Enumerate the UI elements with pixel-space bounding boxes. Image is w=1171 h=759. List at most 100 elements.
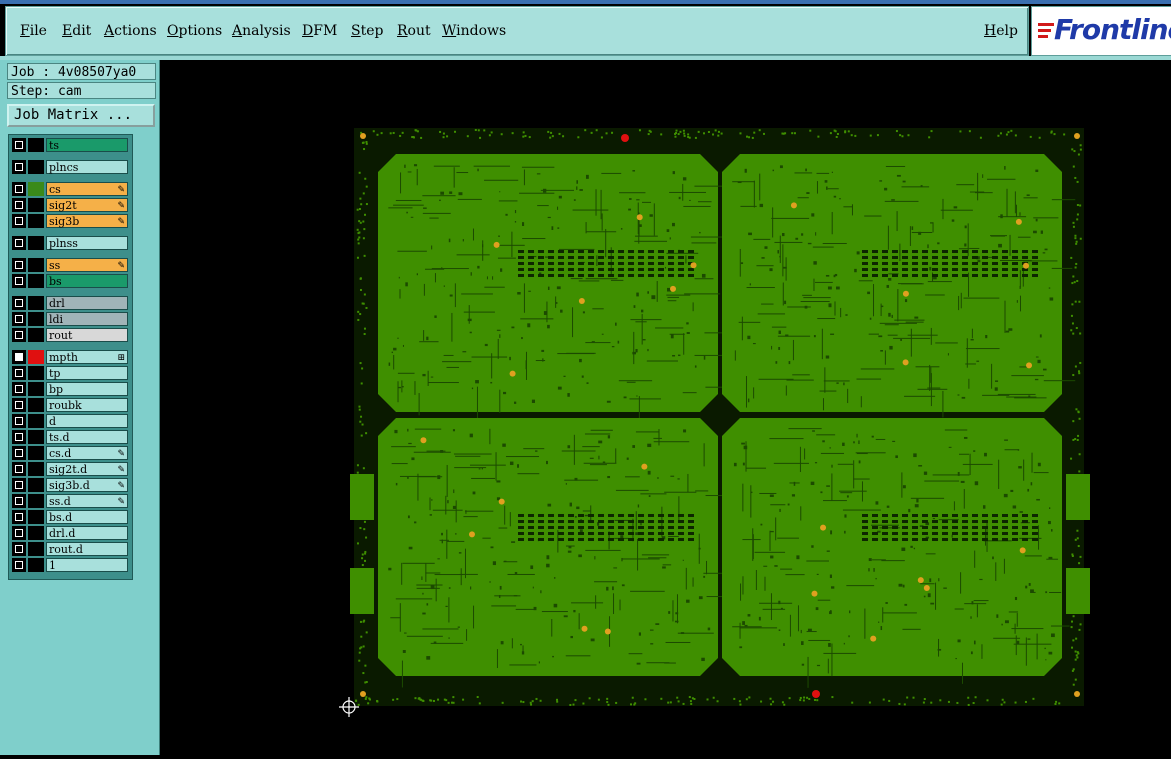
layer-name[interactable]: bs.d [46,510,128,524]
layer-checkbox[interactable] [12,366,26,380]
layer-name[interactable]: d [46,414,128,428]
layer-row[interactable]: bp [11,382,129,396]
layer-color-swatch[interactable] [28,462,44,476]
layer-row[interactable]: sig3b ✎ [11,214,129,228]
layer-name[interactable]: mpth ⊞ [46,350,128,364]
layer-color-swatch[interactable] [28,160,44,174]
layer-color-swatch[interactable] [28,296,44,310]
layer-checkbox[interactable] [12,398,26,412]
layer-checkbox[interactable] [12,510,26,524]
job-matrix-button[interactable]: Job Matrix ... [7,104,155,127]
layer-row[interactable]: ldi [11,312,129,326]
layer-name[interactable]: ss.d ✎ [46,494,128,508]
layer-row[interactable]: drl [11,296,129,310]
layer-row[interactable]: mpth ⊞ [11,350,129,364]
layer-color-swatch[interactable] [28,558,44,572]
layer-checkbox[interactable] [12,558,26,572]
graphics-viewport[interactable] [160,60,1171,755]
layer-row[interactable]: cs ✎ [11,182,129,196]
layer-name[interactable]: drl.d [46,526,128,540]
layer-checkbox[interactable] [12,328,26,342]
layer-name[interactable]: ss ✎ [46,258,128,272]
layer-color-swatch[interactable] [28,198,44,212]
layer-name[interactable]: plnss [46,236,128,250]
layer-name[interactable]: sig2t.d ✎ [46,462,128,476]
layer-checkbox[interactable] [12,160,26,174]
layer-name[interactable]: cs.d ✎ [46,446,128,460]
pcb-board-view[interactable] [160,60,1171,755]
layer-color-swatch[interactable] [28,478,44,492]
menu-file[interactable]: File [20,23,47,39]
layer-name[interactable]: bp [46,382,128,396]
layer-color-swatch[interactable] [28,214,44,228]
layer-name[interactable]: rout [46,328,128,342]
layer-name[interactable]: rout.d [46,542,128,556]
layer-color-swatch[interactable] [28,446,44,460]
menu-rout[interactable]: Rout [397,23,431,39]
layer-checkbox[interactable] [12,258,26,272]
layer-color-swatch[interactable] [28,366,44,380]
layer-row[interactable]: sig2t ✎ [11,198,129,212]
layer-checkbox[interactable] [12,478,26,492]
layer-color-swatch[interactable] [28,430,44,444]
layer-checkbox[interactable] [12,526,26,540]
layer-checkbox[interactable] [12,312,26,326]
layer-checkbox[interactable] [12,542,26,556]
layer-color-swatch[interactable] [28,510,44,524]
layer-row[interactable]: sig3b.d ✎ [11,478,129,492]
layer-name[interactable]: sig3b.d ✎ [46,478,128,492]
layer-color-swatch[interactable] [28,312,44,326]
menu-actions[interactable]: Actions [104,23,157,39]
layer-checkbox[interactable] [12,382,26,396]
layer-row[interactable]: bs [11,274,129,288]
layer-checkbox[interactable] [12,494,26,508]
layer-checkbox[interactable] [12,296,26,310]
layer-color-swatch[interactable] [28,526,44,540]
layer-row[interactable]: ts [11,138,129,152]
layer-row[interactable]: d [11,414,129,428]
layer-name[interactable]: cs ✎ [46,182,128,196]
layer-color-swatch[interactable] [28,350,44,364]
menu-windows[interactable]: Windows [442,23,506,39]
layer-row[interactable]: cs.d ✎ [11,446,129,460]
layer-name[interactable]: plncs [46,160,128,174]
layer-color-swatch[interactable] [28,382,44,396]
layer-row[interactable]: tp [11,366,129,380]
layer-name[interactable]: ldi [46,312,128,326]
layer-row[interactable]: ss.d ✎ [11,494,129,508]
layer-color-swatch[interactable] [28,274,44,288]
layer-row[interactable]: plncs [11,160,129,174]
layer-color-swatch[interactable] [28,542,44,556]
layer-row[interactable]: plnss [11,236,129,250]
layer-color-swatch[interactable] [28,494,44,508]
layer-checkbox[interactable] [12,446,26,460]
layer-color-swatch[interactable] [28,398,44,412]
menu-analysis[interactable]: Analysis [232,23,291,39]
layer-checkbox[interactable] [12,198,26,212]
layer-name[interactable]: tp [46,366,128,380]
layer-row[interactable]: ss ✎ [11,258,129,272]
layer-checkbox[interactable] [12,430,26,444]
menu-dfm[interactable]: DFM [302,23,337,39]
layer-row[interactable]: rout [11,328,129,342]
layer-checkbox[interactable] [12,214,26,228]
layer-color-swatch[interactable] [28,414,44,428]
menu-help[interactable]: Help [984,23,1018,39]
layer-name[interactable]: 1 [46,558,128,572]
layer-checkbox[interactable] [12,414,26,428]
layer-color-swatch[interactable] [28,182,44,196]
layer-name[interactable]: drl [46,296,128,310]
layer-checkbox[interactable] [12,462,26,476]
layer-name[interactable]: sig3b ✎ [46,214,128,228]
layer-row[interactable]: roubk [11,398,129,412]
menu-step[interactable]: Step [351,23,383,39]
layer-name[interactable]: bs [46,274,128,288]
menu-options[interactable]: Options [167,23,222,39]
layer-color-swatch[interactable] [28,258,44,272]
layer-row[interactable]: ts.d [11,430,129,444]
layer-row[interactable]: rout.d [11,542,129,556]
layer-name[interactable]: ts [46,138,128,152]
layer-checkbox[interactable] [12,138,26,152]
layer-checkbox[interactable] [12,236,26,250]
menu-edit[interactable]: Edit [62,23,91,39]
